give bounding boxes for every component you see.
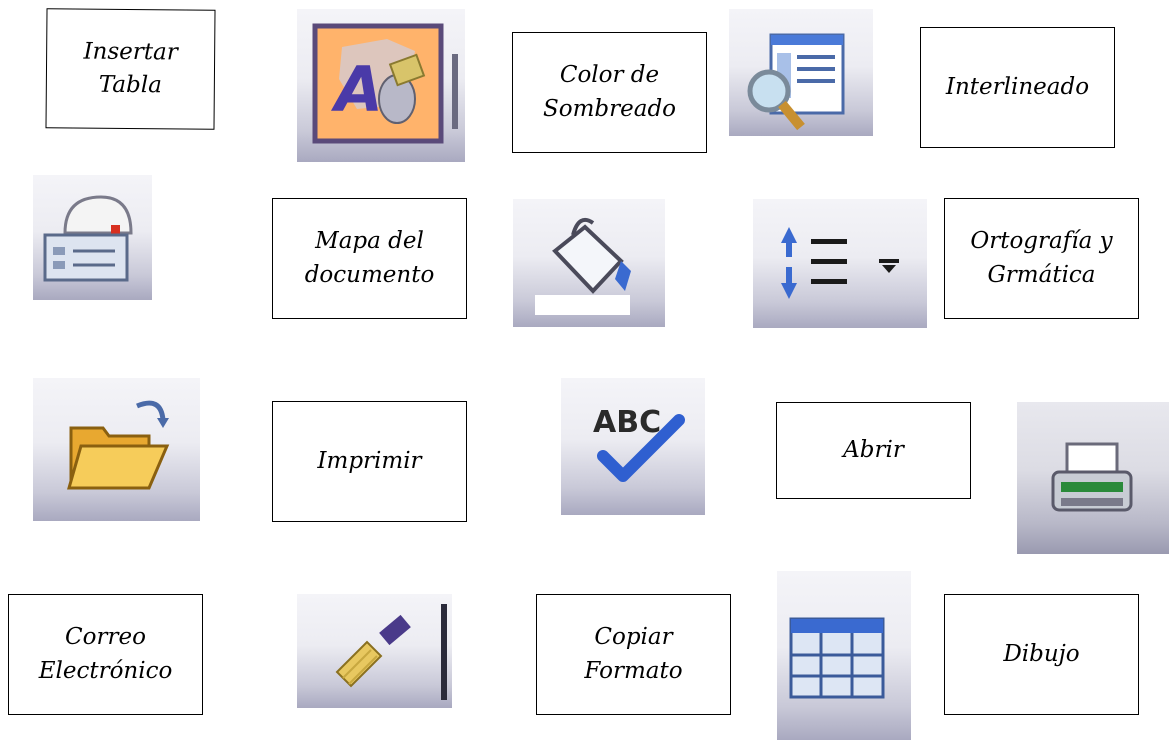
paint-bucket-icon[interactable] xyxy=(513,199,665,327)
label-mapa-documento: Mapa del documento xyxy=(272,198,467,319)
label-line: Imprimir xyxy=(317,447,422,474)
label-line: Grmática xyxy=(987,261,1096,288)
label-copiar-formato: Copiar Formato xyxy=(536,594,731,715)
label-line: Correo xyxy=(65,624,146,651)
open-folder-icon[interactable] xyxy=(33,378,200,521)
spelling-abc-icon[interactable]: ABC xyxy=(561,378,705,515)
label-line: Insertar xyxy=(83,38,178,66)
label-abrir: Abrir xyxy=(776,402,971,499)
format-painter-icon[interactable] xyxy=(297,594,452,708)
label-line: Abrir xyxy=(843,436,904,463)
wordart-icon[interactable]: A xyxy=(297,9,465,162)
label-dibujo: Dibujo xyxy=(944,594,1139,715)
label-line: Dibujo xyxy=(1003,640,1080,667)
label-ortografia: Ortografía y Grmática xyxy=(944,198,1139,319)
printer-icon[interactable] xyxy=(1017,402,1169,554)
email-icon[interactable] xyxy=(33,175,152,300)
svg-text:A: A xyxy=(330,53,383,126)
label-line: Electrónico xyxy=(38,657,173,684)
insert-table-icon[interactable] xyxy=(777,571,911,740)
label-line: Ortografía y xyxy=(970,228,1113,255)
label-line: Mapa del xyxy=(315,228,424,255)
label-line: Copiar xyxy=(594,624,673,651)
label-imprimir: Imprimir xyxy=(272,401,467,522)
line-spacing-icon[interactable] xyxy=(753,199,927,328)
label-line: Formato xyxy=(584,657,683,684)
svg-text:ABC: ABC xyxy=(593,405,661,440)
label-correo: Correo Electrónico xyxy=(8,594,203,715)
label-color-sombreado: Color de Sombreado xyxy=(512,32,707,153)
document-map-icon[interactable] xyxy=(729,9,873,136)
label-line: Sombreado xyxy=(542,95,677,122)
label-line: Interlineado xyxy=(945,73,1090,100)
label-line: Tabla xyxy=(98,71,162,99)
label-interlineado: Interlineado xyxy=(920,27,1115,148)
label-line: Color de xyxy=(559,62,660,89)
label-line: documento xyxy=(304,261,435,288)
label-insertar-tabla: Insertar Tabla xyxy=(45,8,216,130)
